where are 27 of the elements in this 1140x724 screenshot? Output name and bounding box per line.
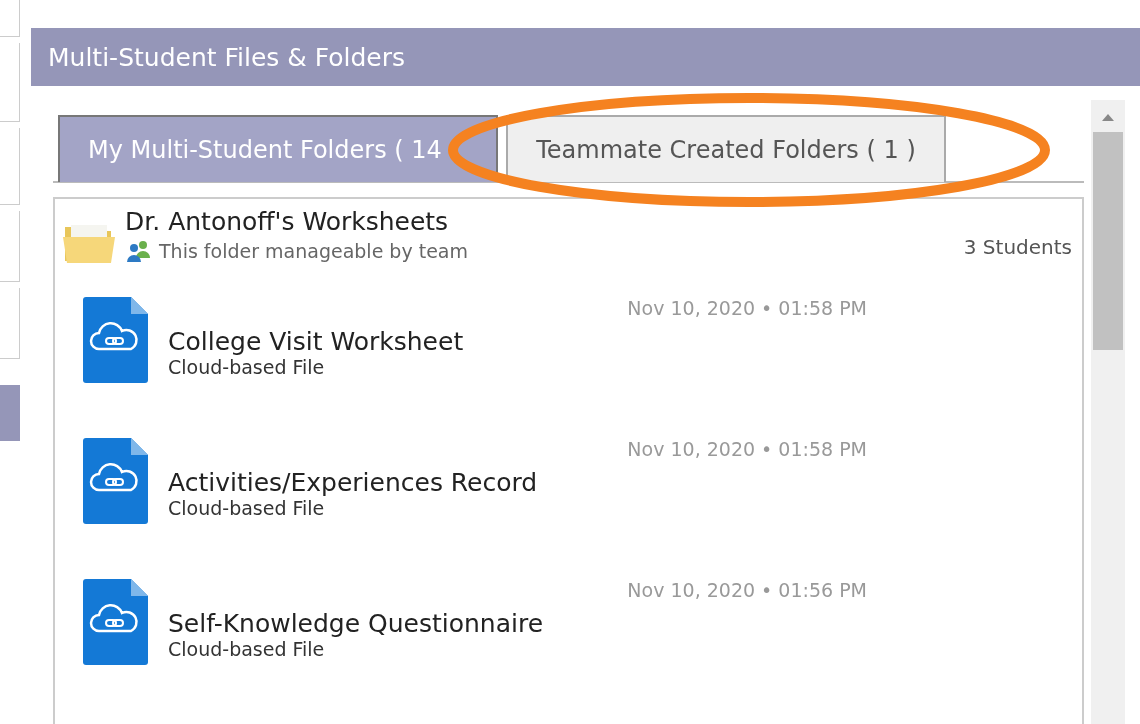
file-name[interactable]: Self-Knowledge Questionnaire [168,609,608,638]
folder-name[interactable]: Dr. Antonoff's Worksheets [125,207,956,236]
file-type: Cloud-based File [168,638,326,660]
sidebar-button[interactable] [0,288,20,359]
file-type: Cloud-based File [168,356,326,378]
file-name[interactable]: College Visit Worksheet [168,327,608,356]
cloud-file-icon [83,579,148,665]
file-type: Cloud-based File [168,497,326,519]
file-date: Nov 10, 2020 • 01:58 PM [627,438,868,462]
student-count: 3 Students [963,235,1072,259]
panel-title: Multi-Student Files & Folders [31,28,1140,86]
file-date: Nov 10, 2020 • 01:58 PM [627,297,868,321]
sidebar-button[interactable] [0,43,20,122]
sidebar-button[interactable] [0,211,20,282]
sidebar-tab[interactable] [0,385,20,441]
scroll-up-icon[interactable] [1101,112,1115,122]
file-name[interactable]: Activities/Experiences Record [168,468,608,497]
sidebar-button[interactable] [0,128,20,205]
scrollbar[interactable] [1091,100,1125,724]
folder-note: This folder manageable by team [159,240,468,262]
cloud-file-icon [83,438,148,524]
tab[interactable]: Teammate Created Folders ( 1 ) [506,115,946,182]
people-icon [125,240,151,262]
cloud-file-icon [83,297,148,383]
sidebar-button[interactable] [0,0,20,37]
file-date: Nov 10, 2020 • 01:56 PM [627,579,868,603]
scroll-thumb[interactable] [1093,132,1123,350]
